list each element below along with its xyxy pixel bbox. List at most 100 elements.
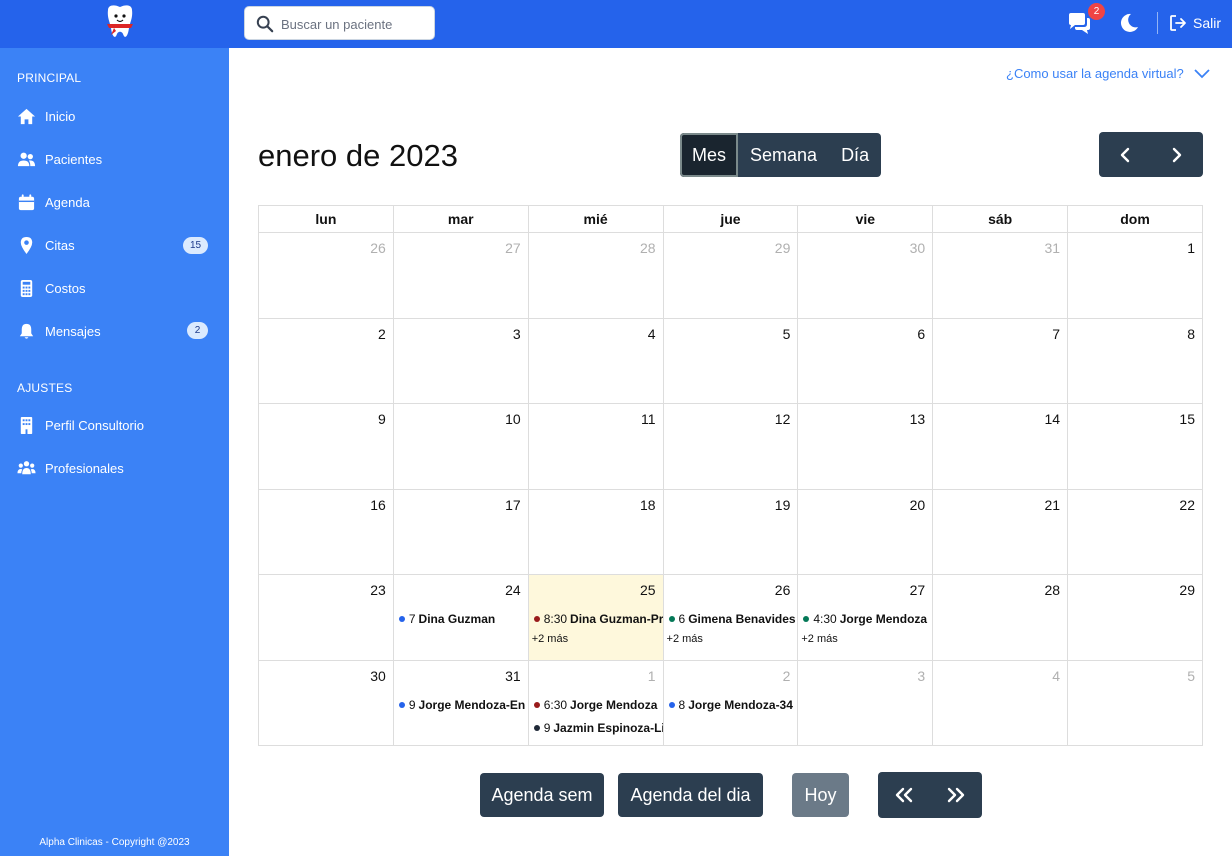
- day-number[interactable]: 31: [1044, 240, 1060, 256]
- calendar-day-cell[interactable]: 13: [797, 403, 934, 490]
- calendar-day-cell[interactable]: 25 8:30 Dina Guzman-Pr +2 más: [527, 574, 664, 661]
- sidebar-item-agenda[interactable]: Agenda: [17, 190, 210, 214]
- prev-month-button[interactable]: [1099, 132, 1151, 177]
- sidebar-item-perfil-consultorio[interactable]: Perfil Consultorio: [17, 413, 210, 437]
- day-number[interactable]: 21: [1044, 497, 1060, 513]
- day-number[interactable]: 10: [505, 411, 521, 427]
- calendar-day-cell[interactable]: 4: [932, 659, 1069, 746]
- calendar-event[interactable]: 7 Dina Guzman: [398, 612, 528, 626]
- calendar-day-cell[interactable]: 26: [258, 232, 394, 319]
- calendar-day-cell[interactable]: 10: [392, 403, 529, 490]
- calendar-day-cell[interactable]: 9: [258, 403, 394, 490]
- sidebar-item-inicio[interactable]: Inicio: [17, 104, 210, 128]
- day-number[interactable]: 20: [910, 497, 926, 513]
- day-number[interactable]: 3: [513, 326, 521, 342]
- calendar-event[interactable]: 8:30 Dina Guzman-Pr: [533, 612, 663, 626]
- sidebar-item-mensajes[interactable]: Mensajes: [17, 319, 210, 343]
- day-number[interactable]: 18: [640, 497, 656, 513]
- search-box[interactable]: [244, 6, 435, 40]
- calendar-event[interactable]: 9 Jazmin Espinoza-Li: [533, 721, 663, 735]
- calendar-day-cell[interactable]: 21: [932, 488, 1069, 575]
- day-number[interactable]: 1: [648, 668, 656, 684]
- sidebar-item-profesionales[interactable]: Profesionales: [17, 456, 210, 480]
- calendar-day-cell[interactable]: 7: [932, 317, 1069, 404]
- calendar-day-cell[interactable]: 18: [527, 488, 664, 575]
- calendar-day-cell[interactable]: 29: [662, 232, 799, 319]
- day-number[interactable]: 7: [1052, 326, 1060, 342]
- day-number[interactable]: 6: [917, 326, 925, 342]
- day-number[interactable]: 27: [910, 582, 926, 598]
- prev-fast-button[interactable]: [878, 772, 930, 818]
- day-number[interactable]: 23: [370, 582, 386, 598]
- day-number[interactable]: 2: [783, 668, 791, 684]
- calendar-day-cell[interactable]: 17: [392, 488, 529, 575]
- calendar-day-cell[interactable]: 5: [662, 317, 799, 404]
- more-events-link[interactable]: +2 más: [532, 633, 568, 645]
- calendar-day-cell[interactable]: 12: [662, 403, 799, 490]
- calendar-day-cell[interactable]: 31: [932, 232, 1069, 319]
- day-number[interactable]: 26: [370, 240, 386, 256]
- day-number[interactable]: 13: [910, 411, 926, 427]
- more-events-link[interactable]: +2 más: [667, 633, 703, 645]
- calendar-day-cell[interactable]: 28: [932, 574, 1069, 661]
- day-number[interactable]: 29: [1179, 582, 1195, 598]
- calendar-day-cell[interactable]: 2: [258, 317, 394, 404]
- day-number[interactable]: 1: [1187, 240, 1195, 256]
- day-number[interactable]: 31: [505, 668, 521, 684]
- calendar-event[interactable]: 8 Jorge Mendoza-34: [668, 698, 798, 712]
- day-number[interactable]: 8: [1187, 326, 1195, 342]
- day-number[interactable]: 19: [775, 497, 791, 513]
- week-agenda-button[interactable]: Agenda sem: [480, 773, 604, 817]
- day-number[interactable]: 9: [378, 411, 386, 427]
- sidebar-item-pacientes[interactable]: Pacientes: [17, 147, 210, 171]
- view-week-button[interactable]: Semana: [738, 133, 829, 177]
- calendar-day-cell[interactable]: 29: [1067, 574, 1203, 661]
- calendar-day-cell[interactable]: 5: [1067, 659, 1203, 746]
- calendar-day-cell[interactable]: 23: [258, 574, 394, 661]
- sidebar-item-costos[interactable]: Costos: [17, 276, 210, 300]
- day-number[interactable]: 25: [640, 582, 656, 598]
- calendar-day-cell[interactable]: 1 6:30 Jorge Mendoza 9 Jazmin Espinoza-Li: [527, 659, 664, 746]
- day-number[interactable]: 17: [505, 497, 521, 513]
- day-number[interactable]: 12: [775, 411, 791, 427]
- calendar-event[interactable]: 6 Gimena Benavides: [668, 612, 798, 626]
- day-number[interactable]: 24: [505, 582, 521, 598]
- calendar-day-cell[interactable]: 11: [527, 403, 664, 490]
- calendar-day-cell[interactable]: 30: [797, 232, 934, 319]
- day-number[interactable]: 14: [1044, 411, 1060, 427]
- sidebar-item-citas[interactable]: Citas: [17, 233, 210, 257]
- day-number[interactable]: 22: [1179, 497, 1195, 513]
- calendar-day-cell[interactable]: 3: [797, 659, 934, 746]
- view-month-button[interactable]: Mes: [680, 133, 739, 177]
- calendar-day-cell[interactable]: 8: [1067, 317, 1203, 404]
- day-number[interactable]: 5: [1187, 668, 1195, 684]
- calendar-day-cell[interactable]: 20: [797, 488, 934, 575]
- calendar-day-cell[interactable]: 30: [258, 659, 394, 746]
- view-day-button[interactable]: Día: [829, 133, 881, 177]
- day-number[interactable]: 2: [378, 326, 386, 342]
- calendar-day-cell[interactable]: 14: [932, 403, 1069, 490]
- search-input[interactable]: [281, 14, 429, 34]
- day-number[interactable]: 28: [640, 240, 656, 256]
- calendar-day-cell[interactable]: 4: [527, 317, 664, 404]
- calendar-day-cell[interactable]: 1: [1067, 232, 1203, 319]
- next-month-button[interactable]: [1151, 132, 1203, 177]
- moon-icon[interactable]: [1118, 12, 1140, 34]
- more-events-link[interactable]: +2 más: [801, 633, 837, 645]
- logout-button[interactable]: Salir: [1169, 12, 1221, 34]
- calendar-day-cell[interactable]: 6: [797, 317, 934, 404]
- calendar-event[interactable]: 6:30 Jorge Mendoza: [533, 698, 663, 712]
- calendar-day-cell[interactable]: 19: [662, 488, 799, 575]
- calendar-day-cell[interactable]: 15: [1067, 403, 1203, 490]
- calendar-day-cell[interactable]: 28: [527, 232, 664, 319]
- calendar-day-cell[interactable]: 27 4:30 Jorge Mendoza +2 más: [797, 574, 934, 661]
- tooth-logo-icon[interactable]: [102, 4, 138, 42]
- calendar-event[interactable]: 9 Jorge Mendoza-En: [398, 698, 528, 712]
- day-agenda-button[interactable]: Agenda del dia: [618, 773, 763, 817]
- day-number[interactable]: 30: [370, 668, 386, 684]
- day-number[interactable]: 29: [775, 240, 791, 256]
- day-number[interactable]: 28: [1044, 582, 1060, 598]
- day-number[interactable]: 4: [1052, 668, 1060, 684]
- day-number[interactable]: 30: [910, 240, 926, 256]
- day-number[interactable]: 15: [1179, 411, 1195, 427]
